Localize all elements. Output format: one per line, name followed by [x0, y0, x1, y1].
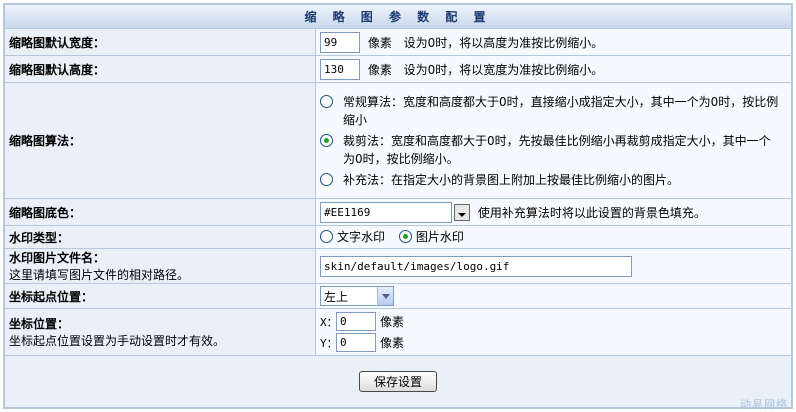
bgcolor-input[interactable]	[320, 201, 452, 223]
width-row: 缩略图默认宽度： 像素 设为0时，将以高度为准按比例缩小。	[5, 29, 791, 55]
width-hint: 设为0时，将以高度为准按比例缩小。	[403, 35, 604, 50]
footer-row: 保存设置	[5, 356, 791, 407]
position-sublabel: 坐标起点位置设置为手动设置时才有效。	[9, 334, 226, 348]
radio-crop[interactable]	[320, 133, 333, 147]
radio-fill[interactable]	[320, 172, 333, 186]
origin-row: 坐标起点位置： 左上	[5, 284, 791, 308]
algorithm-option-normal-text: 常规算法：宽度和高度都大于0时，直接缩小成指定大小，其中一个为0时，按比例缩小	[343, 94, 779, 127]
site-watermark: 动易网络	[740, 398, 788, 411]
radio-normal[interactable]	[320, 94, 333, 108]
algorithm-option-fill-text: 补充法：在指定大小的背景图上附加上按最佳比例缩小的图片。	[343, 172, 680, 187]
algorithm-option-crop-text: 裁剪法：宽度和高度都大于0时，先按最佳比例缩小再裁剪成指定大小，其中一个为0时，…	[343, 133, 771, 166]
bgcolor-hint: 使用补充算法时将以此设置的背景色填充。	[477, 205, 706, 220]
color-picker-button[interactable]	[454, 203, 470, 221]
height-row: 缩略图默认高度： 像素 设为0时，将以宽度为准按比例缩小。	[5, 56, 791, 82]
position-label: 坐标位置：	[9, 317, 70, 331]
watermark-type-text-option[interactable]: 文字水印	[320, 228, 385, 245]
bgcolor-row: 缩略图底色： 使用补充算法时将以此设置的背景色填充。	[5, 199, 791, 225]
y-unit: 像素	[380, 336, 405, 350]
radio-image-watermark[interactable]	[398, 230, 412, 243]
algorithm-row: 缩略图算法： 常规算法：宽度和高度都大于0时，直接缩小成指定大小，其中一个为0时…	[5, 83, 791, 198]
watermark-type-image-label: 图片水印	[415, 230, 464, 244]
watermark-type-label: 水印类型：	[5, 226, 315, 248]
position-row: 坐标位置： 坐标起点位置设置为手动设置时才有效。 X： 像素 Y： 像素	[5, 309, 791, 355]
origin-label: 坐标起点位置：	[5, 284, 315, 308]
algorithm-option-crop[interactable]: 裁剪法：宽度和高度都大于0时，先按最佳比例缩小再裁剪成指定大小，其中一个为0时，…	[320, 132, 781, 168]
origin-selected-value: 左上	[324, 289, 349, 304]
watermark-file-label: 水印图片文件名：	[9, 251, 106, 265]
algorithm-label: 缩略图算法：	[5, 83, 315, 198]
save-button[interactable]: 保存设置	[359, 371, 437, 392]
width-label: 缩略图默认宽度：	[5, 29, 315, 55]
height-input[interactable]	[320, 58, 360, 80]
radio-text-watermark[interactable]	[320, 230, 333, 243]
watermark-file-sublabel: 这里请填写图片文件的相对路径。	[9, 268, 190, 282]
x-unit: 像素	[380, 315, 405, 329]
watermark-file-row: 水印图片文件名： 这里请填写图片文件的相对路径。	[5, 249, 791, 283]
bgcolor-label: 缩略图底色：	[5, 199, 315, 225]
watermark-file-input[interactable]	[320, 255, 632, 277]
header-row: 缩 略 图 参 数 配 置	[5, 5, 791, 28]
watermark-type-row: 水印类型： 文字水印 图片水印	[5, 226, 791, 248]
chevron-down-icon[interactable]	[377, 287, 393, 305]
height-unit: 像素	[367, 62, 392, 77]
width-unit: 像素	[367, 35, 392, 50]
algorithm-option-fill[interactable]: 补充法：在指定大小的背景图上附加上按最佳比例缩小的图片。	[320, 171, 781, 189]
origin-select[interactable]: 左上	[320, 286, 394, 306]
watermark-type-text-label: 文字水印	[337, 230, 386, 244]
x-axis-label: X：	[320, 315, 338, 329]
height-hint: 设为0时，将以宽度为准按比例缩小。	[403, 62, 604, 77]
width-input[interactable]	[320, 31, 360, 53]
y-axis-label: Y：	[320, 336, 338, 350]
x-position: X： 像素	[320, 312, 787, 331]
y-position: Y： 像素	[320, 333, 787, 352]
algorithm-option-normal[interactable]: 常规算法：宽度和高度都大于0时，直接缩小成指定大小，其中一个为0时，按比例缩小	[320, 93, 781, 129]
watermark-type-image-option[interactable]: 图片水印	[398, 228, 464, 245]
config-panel: 缩 略 图 参 数 配 置 缩略图默认宽度： 像素 设为0时，将以高度为准按比例…	[3, 3, 793, 409]
config-table: 缩 略 图 参 数 配 置 缩略图默认宽度： 像素 设为0时，将以高度为准按比例…	[4, 4, 792, 408]
height-label: 缩略图默认高度：	[5, 56, 315, 82]
x-position-input[interactable]	[336, 312, 376, 331]
y-position-input[interactable]	[336, 333, 376, 352]
panel-title: 缩 略 图 参 数 配 置	[5, 5, 791, 28]
